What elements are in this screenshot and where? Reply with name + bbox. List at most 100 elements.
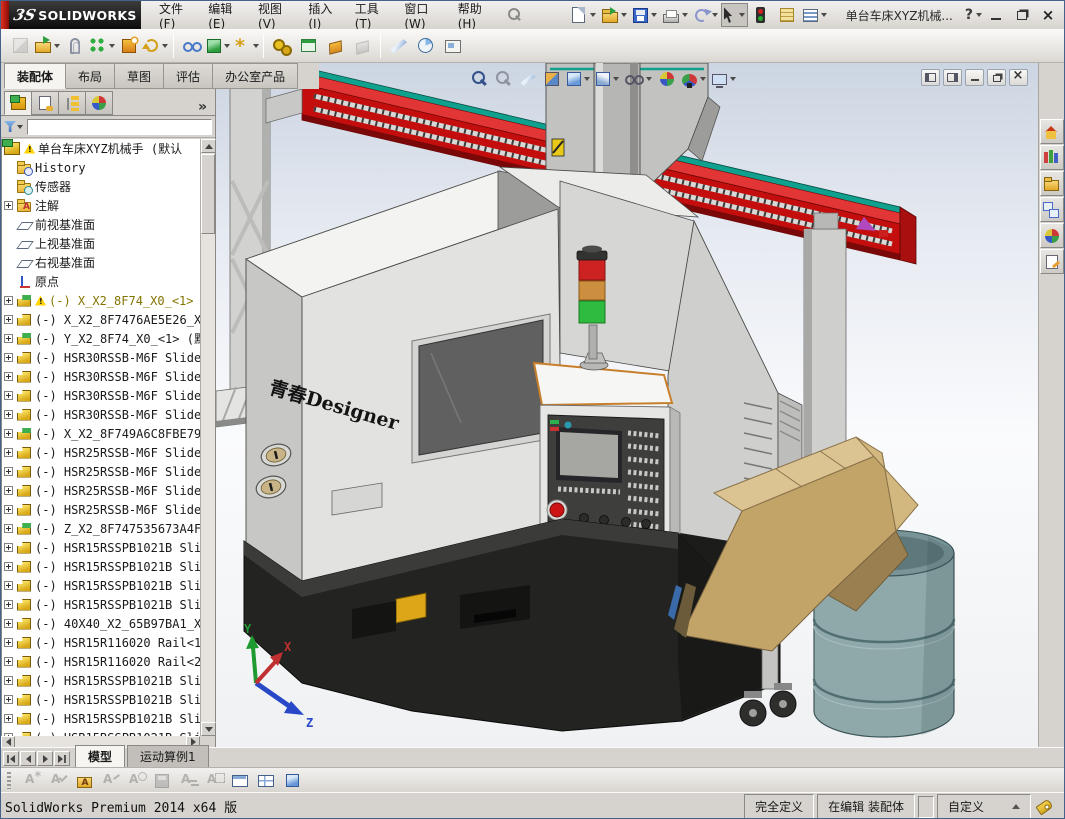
tree-item[interactable]: (-) HSR15RSSPB1021B Sli bbox=[2, 709, 200, 728]
open-button[interactable] bbox=[599, 3, 630, 27]
view-settings-button[interactable] bbox=[709, 67, 739, 91]
doc-minimize-button[interactable] bbox=[965, 69, 984, 86]
expand-toggle-icon[interactable] bbox=[4, 581, 13, 590]
expand-toggle-icon[interactable] bbox=[4, 676, 13, 685]
reference-geometry-button[interactable] bbox=[232, 32, 259, 59]
tree-item[interactable]: 原点 bbox=[2, 272, 200, 291]
design-binder-button[interactable] bbox=[71, 770, 97, 791]
expand-toggle-icon[interactable] bbox=[4, 410, 13, 419]
tag-icon[interactable] bbox=[1035, 798, 1053, 815]
units-selector[interactable]: 自定义 bbox=[937, 794, 1031, 819]
tree-vertical-scrollbar[interactable] bbox=[200, 139, 215, 736]
command-tab[interactable]: 办公室产品 bbox=[212, 63, 298, 89]
move-component-button[interactable] bbox=[142, 32, 169, 59]
show-hidden-components-button[interactable] bbox=[178, 32, 205, 59]
tree-item[interactable]: (-) HSR30RSSB-M6F Slide bbox=[2, 405, 200, 424]
expand-toggle-icon[interactable] bbox=[4, 353, 13, 362]
first-tab-button[interactable] bbox=[3, 751, 19, 766]
help-button[interactable]: ? bbox=[965, 7, 982, 23]
expand-toggle-icon[interactable] bbox=[4, 201, 13, 210]
tree-item[interactable]: (-) X_X2_8F7476AE5E26_X bbox=[2, 310, 200, 329]
interference-detection-button[interactable] bbox=[385, 32, 412, 59]
custom-properties-tab[interactable] bbox=[1040, 249, 1064, 274]
tree-item[interactable]: (-) HSR15RSSPB1021B Sli bbox=[2, 538, 200, 557]
panel-overflow-button[interactable]: » bbox=[198, 99, 207, 115]
zoom-to-fit-button[interactable] bbox=[468, 67, 492, 91]
command-tab[interactable]: 评估 bbox=[163, 63, 213, 89]
save-annotations-button[interactable] bbox=[149, 770, 175, 791]
hide-show-items-button[interactable] bbox=[622, 67, 655, 91]
tree-item[interactable]: 上视基准面 bbox=[2, 234, 200, 253]
view-palette-tab[interactable] bbox=[1040, 197, 1064, 222]
note-button[interactable] bbox=[19, 770, 45, 791]
tree-item[interactable]: History bbox=[2, 158, 200, 177]
expand-toggle-icon[interactable] bbox=[4, 467, 13, 476]
displaymanager-tab[interactable] bbox=[85, 91, 113, 115]
tree-item[interactable]: (-) HSR30RSSB-M6F Slide bbox=[2, 348, 200, 367]
next-tab-button[interactable] bbox=[37, 751, 53, 766]
smart-fasteners-button[interactable] bbox=[115, 32, 142, 59]
new-document-button[interactable] bbox=[567, 3, 599, 27]
insert-components-button[interactable] bbox=[34, 32, 61, 59]
geometric-tolerance-button[interactable] bbox=[201, 770, 227, 791]
minimize-button[interactable] bbox=[984, 5, 1008, 25]
previous-tab-button[interactable] bbox=[20, 751, 36, 766]
design-library-tab[interactable] bbox=[1040, 145, 1064, 170]
tree-item[interactable]: (-) HSR15RSSPB1021B Sli bbox=[2, 595, 200, 614]
tree-item[interactable]: (-) HSR25RSSB-M6F Slide bbox=[2, 481, 200, 500]
expand-toggle-icon[interactable] bbox=[4, 448, 13, 457]
propertymanager-tab[interactable] bbox=[31, 91, 59, 115]
command-tab[interactable]: 布局 bbox=[65, 63, 115, 89]
expand-toggle-icon[interactable] bbox=[4, 543, 13, 552]
display-style-button[interactable] bbox=[593, 67, 622, 91]
tree-item[interactable]: (-) HSR15RSSPB1021B Sli bbox=[2, 690, 200, 709]
doc-restore-button[interactable] bbox=[987, 69, 1006, 86]
tree-item[interactable]: (-) Y_X2_8F74_X0_<1> (默 bbox=[2, 329, 200, 348]
last-tab-button[interactable] bbox=[54, 751, 70, 766]
expand-toggle-icon[interactable] bbox=[4, 315, 13, 324]
restore-button[interactable] bbox=[1010, 5, 1034, 25]
filter-funnel-icon[interactable] bbox=[4, 121, 16, 132]
previous-view-button[interactable] bbox=[516, 67, 540, 91]
file-explorer-tab[interactable] bbox=[1040, 171, 1064, 196]
tree-item[interactable]: (-) HSR15RSSPB1021B Sli bbox=[2, 728, 200, 736]
tree-item[interactable]: (-) HSR15R116020 Rail<1 bbox=[2, 633, 200, 652]
expand-toggle-icon[interactable] bbox=[4, 638, 13, 647]
expand-toggle-icon[interactable] bbox=[4, 657, 13, 666]
balloon-button[interactable] bbox=[123, 770, 149, 791]
expand-toggle-icon[interactable] bbox=[4, 505, 13, 514]
new-motion-study-button[interactable] bbox=[268, 32, 295, 59]
tree-item[interactable]: 单台车床XYZ机械手 (默认 bbox=[2, 139, 200, 158]
exploded-view-button[interactable] bbox=[322, 32, 349, 59]
tree-filter-input[interactable] bbox=[27, 119, 212, 135]
edit-appearance-button[interactable] bbox=[655, 67, 679, 91]
3d-drawing-view-button[interactable] bbox=[279, 770, 305, 791]
tree-item[interactable]: (-) HSR30RSSB-M6F Slide bbox=[2, 386, 200, 405]
assembly-features-button[interactable] bbox=[205, 32, 232, 59]
section-view-button[interactable] bbox=[540, 67, 564, 91]
document-tab[interactable]: 运动算例1 bbox=[127, 745, 209, 767]
expand-toggle-icon[interactable] bbox=[4, 524, 13, 533]
toolbar-grip[interactable] bbox=[7, 772, 11, 789]
apply-scene-button[interactable] bbox=[679, 67, 709, 91]
expand-toggle-icon[interactable] bbox=[4, 372, 13, 381]
expand-toggle-icon[interactable] bbox=[4, 619, 13, 628]
toggle-left-pane-button[interactable] bbox=[921, 69, 940, 86]
tree-item[interactable]: (-) HSR25RSSB-M6F Slide bbox=[2, 500, 200, 519]
3d-scene[interactable]: 青春Designer bbox=[216, 63, 1040, 747]
toggle-right-pane-button[interactable] bbox=[943, 69, 962, 86]
tree-item[interactable]: (-) Z_X2_8F747535673A4F bbox=[2, 519, 200, 538]
tree-item[interactable]: 前视基准面 bbox=[2, 215, 200, 234]
tree-item[interactable]: 右视基准面 bbox=[2, 253, 200, 272]
scroll-up-button[interactable] bbox=[201, 139, 216, 153]
configurationmanager-tab[interactable] bbox=[58, 91, 86, 115]
photo-view-button[interactable] bbox=[439, 32, 466, 59]
tree-item[interactable]: (-) HSR15RSSPB1021B Sli bbox=[2, 671, 200, 690]
edit-component-button[interactable] bbox=[7, 32, 34, 59]
print-button[interactable] bbox=[660, 3, 691, 27]
expand-toggle-icon[interactable] bbox=[4, 296, 13, 305]
search-icon[interactable] bbox=[507, 7, 521, 23]
tree-item[interactable]: (-) HSR25RSSB-M6F Slide bbox=[2, 462, 200, 481]
explode-line-sketch-button[interactable] bbox=[349, 32, 376, 59]
command-tab[interactable]: 装配体 bbox=[4, 63, 66, 89]
